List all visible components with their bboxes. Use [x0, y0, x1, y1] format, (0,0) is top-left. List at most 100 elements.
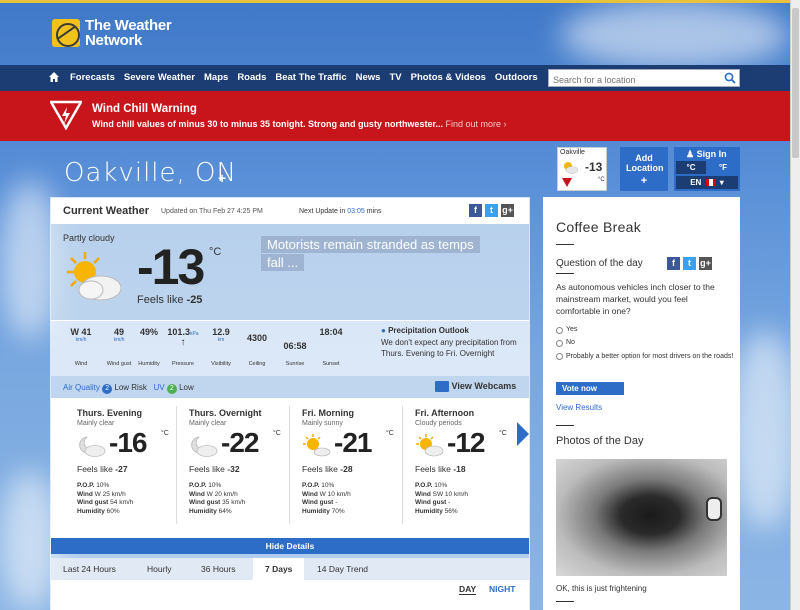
warning-text: Wind chill values of minus 30 to minus 3… — [92, 119, 507, 129]
divider — [556, 273, 574, 274]
nav-item-outdoors[interactable]: Outdoors — [495, 72, 538, 83]
facebook-icon[interactable]: f — [667, 257, 680, 270]
air-quality-text: Low Risk — [114, 383, 147, 392]
question-of-day-title: Question of the day — [556, 258, 643, 269]
nav-item-forecasts[interactable]: Forecasts — [70, 72, 115, 83]
google-plus-icon[interactable]: g+ — [699, 257, 712, 270]
nav-item-tv[interactable]: TV — [389, 72, 401, 83]
uv-label[interactable]: UV — [154, 383, 165, 392]
search-icon[interactable] — [724, 72, 736, 84]
divider — [556, 244, 574, 245]
google-plus-icon[interactable]: g+ — [501, 204, 514, 217]
mini-widget-city: Oakville — [560, 149, 585, 156]
current-conditions: Partly cloudy -13 °C Feels like -25 Moto… — [51, 224, 529, 320]
coffee-break-sidebar: Coffee Break Question of the day f t g+ … — [543, 197, 740, 610]
poll-question: As autonomous vehicles inch closer to th… — [556, 282, 715, 316]
add-location-plus-icon: + — [640, 175, 648, 187]
day-toggle[interactable]: DAY — [459, 584, 477, 595]
wind-chill-warning-banner[interactable]: Wind Chill Warning Wind chill values of … — [0, 91, 790, 141]
nav-item-maps[interactable]: Maps — [204, 72, 228, 83]
location-search — [548, 69, 740, 88]
tab-36-hours[interactable]: 36 Hours — [201, 564, 236, 574]
next-update-time: 03:05 — [347, 208, 365, 215]
raindrop-icon: ● — [381, 326, 386, 335]
find-out-more-link[interactable]: Find out more › — [445, 119, 506, 129]
current-weather-title: Current Weather — [63, 205, 149, 217]
sun-cloud-icon — [416, 434, 444, 457]
tab-hourly[interactable]: Hourly — [147, 564, 172, 574]
divider — [556, 601, 574, 602]
current-weather-header: Current Weather Updated on Thu Feb 27 4:… — [51, 198, 529, 224]
site-logo[interactable]: The Weather Network — [52, 18, 172, 49]
home-icon[interactable] — [48, 71, 60, 83]
hide-details-button[interactable]: Hide Details — [51, 538, 529, 554]
add-city-plus-icon[interactable]: + — [218, 170, 226, 186]
chevron-down-icon: ▾ — [719, 178, 724, 187]
saved-location-widget[interactable]: Oakville -13 °C — [557, 147, 607, 191]
detail-sunset: 18:04 Sunset — [319, 327, 343, 367]
nav-items: Forecasts Severe Weather Maps Roads Beat… — [70, 72, 547, 83]
nav-item-roads[interactable]: Roads — [237, 72, 266, 83]
current-details: W 41 km/h Wind 49 km/h Wind gust 49% Humid… — [51, 320, 529, 376]
air-quality-badge: 2 — [102, 384, 113, 394]
moon-cloud-icon — [79, 436, 106, 457]
nav-item-news[interactable]: News — [356, 72, 381, 83]
warning-title: Wind Chill Warning — [92, 103, 197, 115]
logo-icon — [52, 19, 80, 47]
radio-button[interactable] — [556, 353, 563, 360]
logo-text-line2: Network — [85, 32, 143, 49]
site-header: The Weather Network — [0, 3, 790, 65]
forecast-tabs: Last 24 Hours Hourly 36 Hours 7 Days 14 … — [51, 558, 529, 580]
feels-like-value: -25 — [186, 294, 203, 306]
view-webcams-link[interactable]: View Webcams — [435, 381, 516, 393]
moon-cloud-icon — [191, 436, 218, 457]
poll-option-probably[interactable]: Probably a better option for most driver… — [556, 352, 734, 362]
warning-icon — [50, 100, 82, 130]
twitter-icon[interactable]: t — [683, 257, 696, 270]
photo-of-the-day-image[interactable] — [556, 459, 727, 576]
warning-small-icon — [562, 178, 572, 187]
forecast-next-arrow-icon[interactable] — [517, 422, 529, 446]
tab-last-24-hours[interactable]: Last 24 Hours — [63, 564, 116, 574]
canada-flag-icon — [705, 179, 716, 187]
uv-badge: 2 — [166, 384, 177, 394]
language-select[interactable]: EN ▾ — [676, 176, 738, 189]
page-scrollbar[interactable] — [790, 0, 800, 610]
webcam-icon — [435, 381, 449, 393]
search-input[interactable] — [549, 72, 719, 88]
poll-option-no[interactable]: No — [556, 339, 575, 347]
sign-in-link[interactable]: ♟ Sign In — [686, 149, 727, 160]
partly-cloudy-icon — [564, 162, 579, 174]
nav-item-beat-the-traffic[interactable]: Beat The Traffic — [275, 72, 346, 83]
twitter-icon[interactable]: t — [485, 204, 498, 217]
facebook-icon[interactable]: f — [469, 204, 482, 217]
view-results-link[interactable]: View Results — [556, 403, 602, 412]
radio-button[interactable] — [556, 340, 563, 347]
vote-now-button[interactable]: Vote now — [556, 382, 624, 395]
nav-item-photos-videos[interactable]: Photos & Videos — [411, 72, 486, 83]
tab-14-day-trend[interactable]: 14 Day Trend — [317, 564, 368, 574]
forecast-period: Fri. Morning Mainly sunny -21 °C Feels l… — [302, 408, 394, 515]
radio-button[interactable] — [556, 327, 563, 334]
divider — [556, 425, 574, 426]
unit-fahrenheit-toggle[interactable]: °F — [708, 161, 738, 174]
add-location-button[interactable]: Add Location + — [620, 147, 668, 191]
arrow-up-icon: ↑ — [180, 337, 186, 348]
forecast-period: Thurs. Overnight Mainly clear -22 °C Fee… — [189, 408, 281, 515]
tab-7-days[interactable]: 7 Days — [253, 558, 305, 580]
scrollbar-thumb[interactable] — [792, 8, 799, 158]
air-quality-label[interactable]: Air Quality — [63, 383, 100, 392]
news-headline-link[interactable]: Motorists remain stranded as temps fall … — [261, 236, 485, 272]
night-toggle[interactable]: NIGHT — [489, 584, 515, 594]
forecast-period: Fri. Afternoon Cloudy periods -12 °C Fee… — [415, 408, 507, 515]
photos-of-the-day-title: Photos of the Day — [556, 435, 644, 447]
nav-item-severe-weather[interactable]: Severe Weather — [124, 72, 195, 83]
add-location-label: Add Location — [626, 153, 664, 173]
main-nav: Forecasts Severe Weather Maps Roads Beat… — [0, 65, 790, 91]
feels-like: Feels like -25 — [137, 294, 203, 306]
detail-visibility: 12.9 km Visibility — [211, 327, 231, 367]
unit-celsius-toggle[interactable]: °C — [676, 161, 706, 174]
poll-option-yes[interactable]: Yes — [556, 326, 577, 334]
updated-timestamp: Updated on Thu Feb 27 4:25 PM — [161, 208, 263, 215]
forecast-period: Thurs. Evening Mainly clear -16 °C Feels… — [77, 408, 169, 515]
